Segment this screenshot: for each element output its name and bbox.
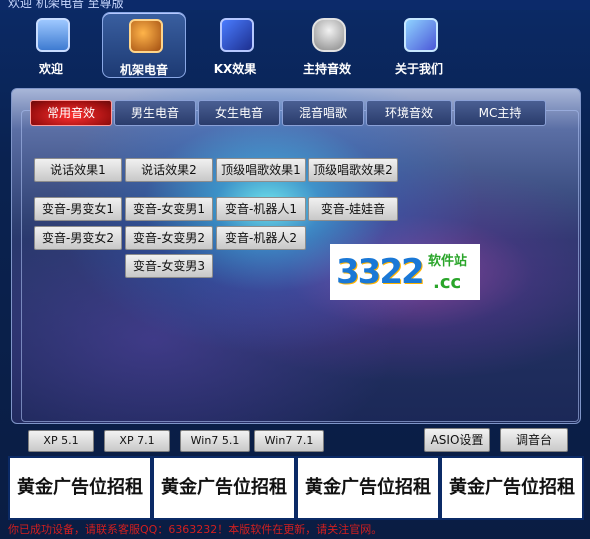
top-navigation: 欢迎 机架电音 KX效果 主持音效 关于我们 — [10, 12, 580, 82]
nav-about-label: 关于我们 — [394, 62, 443, 76]
monitor-icon — [36, 18, 70, 52]
ad-slot[interactable]: 黄金广告位招租 — [152, 456, 296, 520]
nav-host-button[interactable]: 主持音效 — [286, 12, 368, 76]
effect-button[interactable]: 变音-女变男1 — [125, 197, 213, 221]
nav-about-button[interactable]: 关于我们 — [378, 12, 460, 76]
tab-female[interactable]: 女生电音 — [198, 100, 280, 126]
nav-kx-label: KX效果 — [213, 62, 257, 76]
kx-logo-icon — [220, 18, 254, 52]
title-bar: 欢迎 机架电音 至尊版 — [0, 0, 590, 10]
watermark-main: 3322 — [336, 252, 425, 292]
tab-common[interactable]: 常用音效 — [30, 100, 112, 126]
effect-button[interactable]: 顶级唱歌效果2 — [308, 158, 398, 182]
watermark-logo: 3322 软件站 .cc — [330, 244, 480, 300]
bottom-controls: XP 5.1 XP 7.1 Win7 5.1 Win7 7.1 ASIO设置 调… — [22, 426, 572, 452]
preset-win771-button[interactable]: Win7 7.1 — [254, 430, 324, 452]
watermark-sub: 软件站 — [428, 254, 468, 269]
asio-settings-button[interactable]: ASIO设置 — [424, 428, 490, 452]
effects-inner-frame — [21, 110, 579, 422]
nav-welcome-label: 欢迎 — [38, 62, 63, 76]
nav-kx-button[interactable]: KX效果 — [194, 12, 276, 76]
preset-xp51-button[interactable]: XP 5.1 — [28, 430, 94, 452]
ad-slot[interactable]: 黄金广告位招租 — [296, 456, 440, 520]
nav-host-label: 主持音效 — [302, 62, 351, 76]
microphone-icon — [312, 18, 346, 52]
tab-male[interactable]: 男生电音 — [114, 100, 196, 126]
tab-ambient[interactable]: 环境音效 — [366, 100, 452, 126]
tab-mc[interactable]: MC主持 — [454, 100, 546, 126]
ad-slots: 黄金广告位招租 黄金广告位招租 黄金广告位招租 黄金广告位招租 — [8, 456, 584, 520]
effect-button[interactable]: 变音-机器人2 — [216, 226, 306, 250]
about-icon — [404, 18, 438, 52]
watermark-domain: .cc — [433, 272, 462, 293]
effect-tabs: 常用音效 男生电音 女生电音 混音唱歌 环境音效 MC主持 — [30, 100, 570, 126]
app-window: 欢迎 机架电音 至尊版 欢迎 机架电音 KX效果 主持音效 关于我们 常用音效 … — [0, 0, 590, 539]
preset-win751-button[interactable]: Win7 5.1 — [180, 430, 250, 452]
ad-slot[interactable]: 黄金广告位招租 — [440, 456, 584, 520]
status-bar-text: 你已成功设备，请联系客服QQ：6363232！本版软件在更新，请关注官网。 — [8, 523, 383, 536]
effect-button[interactable]: 变音-女变男3 — [125, 254, 213, 278]
effect-button[interactable]: 变音-女变男2 — [125, 226, 213, 250]
nav-rack-label: 机架电音 — [119, 63, 168, 77]
effect-button[interactable]: 变音-娃娃音 — [308, 197, 398, 221]
effect-button[interactable]: 顶级唱歌效果1 — [216, 158, 306, 182]
effect-button[interactable]: 变音-机器人1 — [216, 197, 306, 221]
effect-button[interactable]: 变音-男变女2 — [34, 226, 122, 250]
guitar-icon — [129, 19, 163, 53]
nav-rack-button[interactable]: 机架电音 — [102, 12, 186, 78]
effect-button[interactable]: 说话效果2 — [125, 158, 213, 182]
effect-button[interactable]: 变音-男变女1 — [34, 197, 122, 221]
window-title: 欢迎 机架电音 至尊版 — [8, 0, 124, 10]
tab-mix[interactable]: 混音唱歌 — [282, 100, 364, 126]
effect-button[interactable]: 说话效果1 — [34, 158, 122, 182]
ad-slot[interactable]: 黄金广告位招租 — [8, 456, 152, 520]
mixer-button[interactable]: 调音台 — [500, 428, 568, 452]
nav-welcome-button[interactable]: 欢迎 — [10, 12, 92, 76]
preset-xp71-button[interactable]: XP 7.1 — [104, 430, 170, 452]
